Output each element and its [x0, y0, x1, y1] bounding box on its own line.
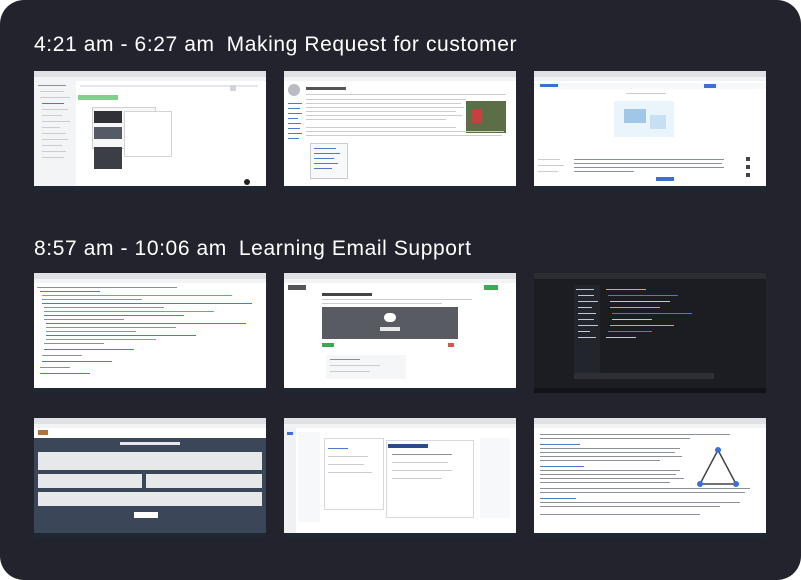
screenshot-html-source[interactable]	[34, 273, 266, 393]
section-time: 4:21 am - 6:27 am	[34, 33, 215, 56]
screenshot-admin-dashboard[interactable]	[284, 418, 516, 538]
section-label: Making Request for customer	[226, 33, 518, 56]
screenshot-image-to-text-tool[interactable]	[284, 273, 516, 393]
screenshot-helpdesk-ticket[interactable]	[534, 71, 766, 191]
screenshot-wikipedia-article[interactable]	[284, 71, 516, 191]
timeline-panel: 4:21 am - 6:27 am Making Request for cust…	[0, 0, 801, 580]
triangle-diagram-icon	[697, 447, 739, 487]
screenshot-code-editor[interactable]	[34, 71, 266, 191]
screenshot-document-diagram[interactable]	[534, 418, 766, 538]
section-label: Learning Email Support	[238, 237, 472, 260]
section-heading: 4:21 am - 6:27 am Making Request for cust…	[34, 33, 517, 57]
section-heading: 8:57 am - 10:06 am Learning Email Support	[34, 237, 472, 261]
section-time: 8:57 am - 10:06 am	[34, 237, 227, 260]
screenshot-announcement-page[interactable]	[34, 418, 266, 538]
screenshot-dark-code-editor[interactable]	[534, 273, 766, 393]
